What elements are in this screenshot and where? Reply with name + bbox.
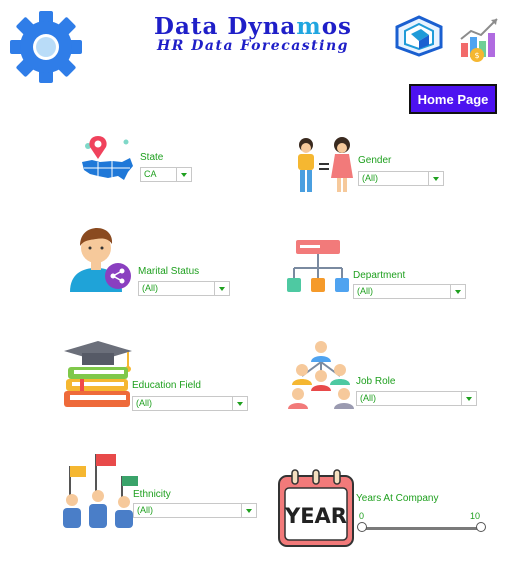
marital-status-value: (All)	[142, 283, 158, 293]
years-slider-track[interactable]	[362, 527, 482, 530]
chart-icon: $	[460, 18, 498, 62]
state-dropdown[interactable]: CA	[140, 167, 192, 182]
department-value: (All)	[357, 286, 373, 296]
chevron-down-icon[interactable]	[176, 168, 191, 181]
years-at-company-label: Years At Company	[356, 493, 439, 504]
marital-status-dropdown[interactable]: (All)	[138, 281, 230, 296]
ethnicity-dropdown[interactable]: (All)	[133, 503, 257, 518]
svg-text:YEAR: YEAR	[284, 504, 347, 528]
gender-value: (All)	[362, 173, 378, 183]
svg-text:$: $	[474, 51, 479, 60]
job-role-label: Job Role	[356, 376, 396, 387]
app-title: Data Dynamos	[154, 13, 352, 40]
app-subtitle: HR Data Forecasting	[157, 38, 349, 54]
gear-icon[interactable]	[8, 9, 84, 85]
slider-min-handle[interactable]	[357, 522, 367, 532]
calendar-icon: YEAR	[278, 469, 354, 547]
team-icon	[288, 341, 354, 409]
chevron-down-icon[interactable]	[232, 397, 247, 410]
slider-max-value: 10	[470, 511, 481, 521]
job-role-value: (All)	[360, 393, 376, 403]
state-value: CA	[144, 169, 157, 179]
ethnicity-value: (All)	[137, 505, 153, 515]
chevron-down-icon[interactable]	[461, 392, 476, 405]
books-icon	[64, 341, 132, 407]
education-field-dropdown[interactable]: (All)	[132, 396, 248, 411]
chevron-down-icon[interactable]	[450, 285, 465, 298]
state-label: State	[140, 152, 164, 163]
marital-status-label: Marital Status	[138, 266, 200, 277]
gender-dropdown[interactable]: (All)	[358, 171, 444, 186]
people-icon	[298, 137, 353, 192]
home-page-button[interactable]: Home Page	[409, 84, 497, 114]
person-icon	[70, 228, 131, 292]
chevron-down-icon[interactable]	[428, 172, 443, 185]
chevron-down-icon[interactable]	[241, 504, 256, 517]
slider-min-value: 0	[359, 511, 365, 521]
department-dropdown[interactable]: (All)	[353, 284, 466, 299]
cube-logo-icon	[395, 15, 443, 57]
department-label: Department	[353, 270, 406, 281]
ethnicity-label: Ethnicity	[133, 489, 171, 500]
education-field-label: Education Field	[132, 380, 201, 391]
chevron-down-icon[interactable]	[214, 282, 229, 295]
gender-label: Gender	[358, 155, 392, 166]
org-chart-icon	[287, 240, 349, 292]
job-role-dropdown[interactable]: (All)	[356, 391, 477, 406]
education-field-value: (All)	[136, 398, 152, 408]
slider-max-handle[interactable]	[476, 522, 486, 532]
map-pin-icon	[82, 136, 133, 180]
flags-icon	[63, 454, 138, 528]
